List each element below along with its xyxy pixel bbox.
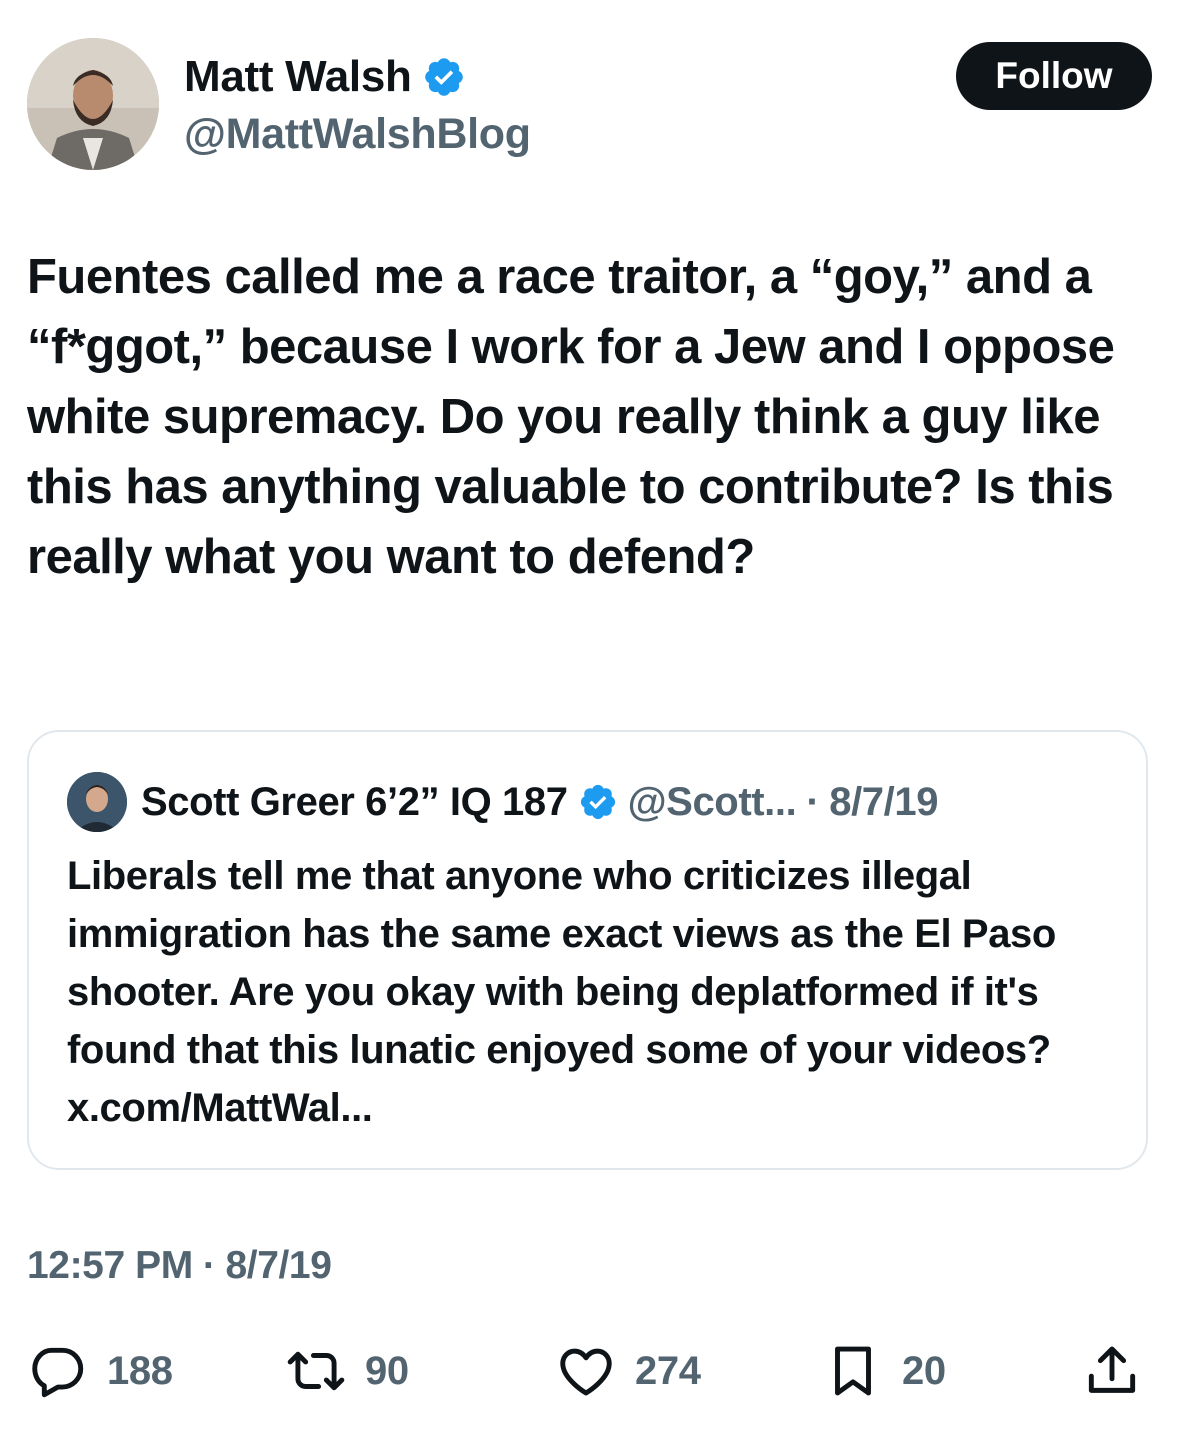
- repost-icon: [285, 1340, 347, 1402]
- tweet-header: Matt Walsh @MattWalshBlog Follow: [27, 38, 1152, 172]
- separator-dot: ·: [202, 1244, 216, 1287]
- bookmark-count: 20: [902, 1348, 946, 1393]
- reply-icon: [27, 1340, 89, 1402]
- verified-badge-icon: [422, 55, 466, 99]
- share-button[interactable]: [1081, 1336, 1143, 1406]
- author-name-row: Matt Walsh: [184, 52, 466, 102]
- bookmark-icon: [822, 1340, 884, 1402]
- author-handle[interactable]: @MattWalshBlog: [184, 110, 531, 159]
- quoted-author-display-name[interactable]: Scott Greer 6’2” IQ 187: [141, 780, 568, 825]
- quoted-author-handle[interactable]: @Scott...: [628, 780, 797, 825]
- reply-button[interactable]: 188: [27, 1336, 173, 1406]
- author-display-name[interactable]: Matt Walsh: [184, 52, 412, 102]
- quoted-tweet-date[interactable]: 8/7/19: [829, 780, 938, 825]
- separator-dot: ·: [806, 779, 820, 824]
- repost-button[interactable]: 90: [285, 1336, 409, 1406]
- timestamp-date: 8/7/19: [225, 1244, 332, 1287]
- author-avatar[interactable]: [27, 38, 159, 170]
- quoted-tweet-header: Scott Greer 6’2” IQ 187 @Scott... · 8/7/…: [67, 772, 938, 832]
- repost-count: 90: [365, 1348, 409, 1393]
- reply-count: 188: [107, 1348, 173, 1393]
- quoted-tweet[interactable]: Scott Greer 6’2” IQ 187 @Scott... · 8/7/…: [27, 730, 1148, 1170]
- bookmark-button[interactable]: 20: [822, 1336, 946, 1406]
- follow-button[interactable]: Follow: [956, 42, 1152, 110]
- tweet-timestamp[interactable]: 12:57 PM · 8/7/19: [27, 1244, 332, 1288]
- share-icon: [1081, 1340, 1143, 1402]
- heart-icon: [555, 1340, 617, 1402]
- timestamp-time: 12:57 PM: [27, 1244, 193, 1287]
- tweet-text: Fuentes called me a race traitor, a “goy…: [27, 250, 1115, 584]
- quoted-author-avatar[interactable]: [67, 772, 127, 832]
- verified-badge-icon: [578, 782, 618, 822]
- like-count: 274: [635, 1348, 701, 1393]
- like-button[interactable]: 274: [555, 1336, 701, 1406]
- action-bar: 188 90 274 20: [27, 1336, 1152, 1406]
- quoted-tweet-text: Liberals tell me that anyone who critici…: [67, 854, 1056, 1130]
